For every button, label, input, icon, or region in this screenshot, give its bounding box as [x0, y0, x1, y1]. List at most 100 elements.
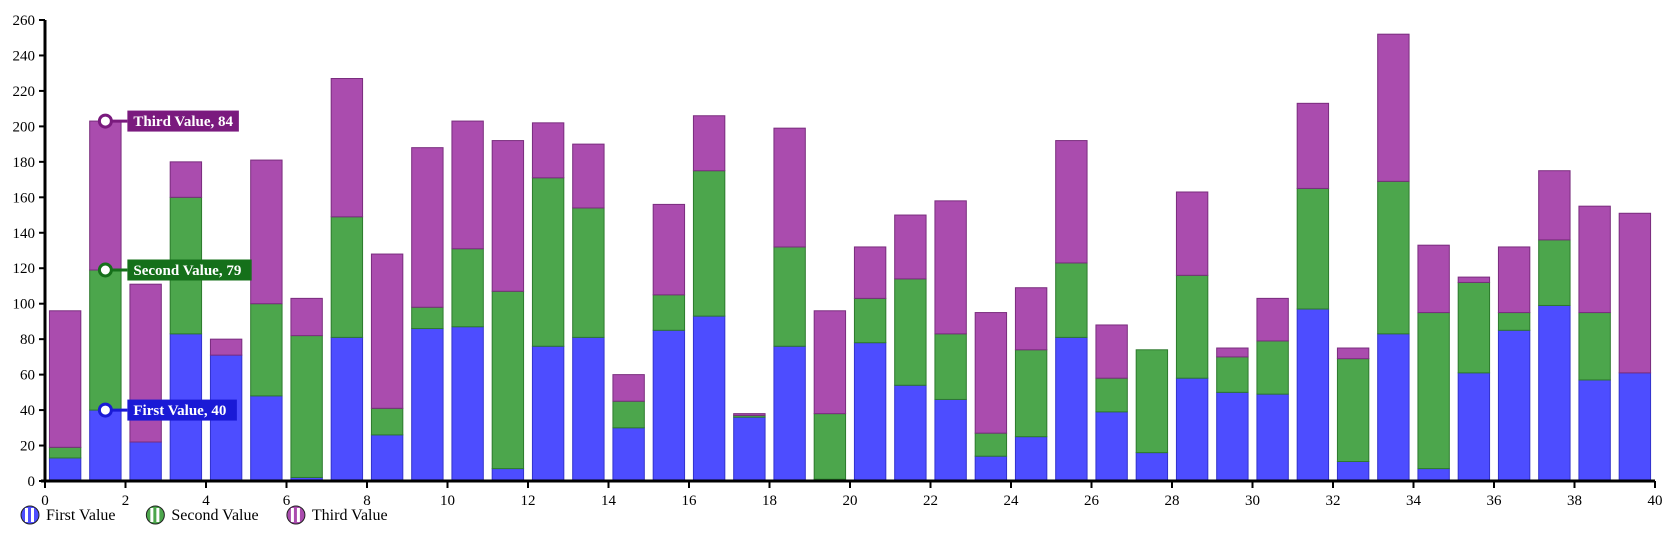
bar-segment-first-value[interactable] — [1417, 468, 1450, 482]
bar-stack[interactable] — [652, 203, 686, 482]
bar-segment-third-value[interactable] — [934, 200, 967, 335]
bar-segment-third-value[interactable] — [1095, 324, 1128, 379]
bar-segment-third-value[interactable] — [1377, 33, 1410, 182]
bar-segment-first-value[interactable] — [370, 434, 404, 482]
bar-segment-second-value[interactable] — [1497, 312, 1531, 331]
bar-segment-second-value[interactable] — [652, 294, 686, 331]
bar-segment-third-value[interactable] — [1014, 287, 1048, 351]
bar-segment-first-value[interactable] — [531, 345, 565, 482]
bar-segment-first-value[interactable] — [451, 326, 484, 482]
bar-stack[interactable] — [1216, 347, 1249, 482]
bar-segment-third-value[interactable] — [451, 120, 484, 250]
bar-stack[interactable] — [894, 214, 927, 482]
bar-segment-second-value[interactable] — [1417, 312, 1450, 470]
bar-segment-second-value[interactable] — [1055, 262, 1088, 338]
bar-segment-first-value[interactable] — [692, 315, 726, 482]
bar-segment-second-value[interactable] — [491, 290, 525, 470]
bar-segment-second-value[interactable] — [451, 248, 484, 328]
bar-stack[interactable] — [1538, 170, 1571, 482]
bar-segment-first-value[interactable] — [1055, 336, 1088, 482]
bar-segment-second-value[interactable] — [1135, 349, 1169, 454]
callout-anchor-dot[interactable] — [97, 402, 113, 418]
bar-stack[interactable] — [1377, 33, 1410, 482]
bar-segment-third-value[interactable] — [974, 312, 1008, 434]
bar-segment-third-value[interactable] — [169, 161, 203, 198]
bar-segment-second-value[interactable] — [1095, 377, 1128, 413]
bar-segment-first-value[interactable] — [48, 457, 82, 482]
legend-item[interactable]: Third Value — [286, 505, 388, 525]
bar-segment-third-value[interactable] — [1457, 276, 1491, 283]
bar-segment-third-value[interactable] — [652, 203, 686, 296]
bar-segment-first-value[interactable] — [773, 345, 806, 482]
bar-segment-first-value[interactable] — [1014, 436, 1048, 482]
bar-segment-second-value[interactable] — [330, 216, 364, 338]
bar-segment-third-value[interactable] — [612, 374, 645, 402]
bar-segment-third-value[interactable] — [89, 120, 122, 271]
bar-segment-third-value[interactable] — [1175, 191, 1209, 276]
bar-segment-second-value[interactable] — [1175, 274, 1209, 379]
bar-segment-first-value[interactable] — [330, 336, 364, 482]
bar-segment-second-value[interactable] — [1377, 180, 1410, 335]
bar-segment-first-value[interactable] — [250, 395, 283, 482]
callout-anchor-dot[interactable] — [97, 262, 113, 278]
bar-segment-second-value[interactable] — [692, 170, 726, 317]
bar-segment-third-value[interactable] — [1497, 246, 1531, 314]
bar-segment-first-value[interactable] — [1256, 393, 1289, 482]
bar-stack[interactable] — [733, 413, 766, 482]
bar-stack[interactable] — [129, 283, 162, 482]
bar-segment-first-value[interactable] — [1095, 411, 1128, 482]
bar-segment-second-value[interactable] — [572, 207, 605, 338]
callout-anchor-dot[interactable] — [97, 113, 113, 129]
bar-segment-third-value[interactable] — [1417, 244, 1450, 314]
data-callout[interactable]: Second Value, 79 — [97, 259, 252, 281]
bar-segment-second-value[interactable] — [934, 333, 967, 400]
bar-segment-first-value[interactable] — [853, 342, 887, 482]
bar-segment-third-value[interactable] — [1578, 205, 1611, 314]
bar-segment-second-value[interactable] — [612, 400, 645, 429]
bar-stack[interactable] — [531, 122, 565, 482]
bar-stack[interactable] — [773, 127, 806, 482]
bar-segment-third-value[interactable] — [1296, 102, 1330, 189]
bar-segment-first-value[interactable] — [491, 468, 525, 482]
bar-segment-third-value[interactable] — [209, 338, 243, 356]
bar-segment-third-value[interactable] — [1538, 170, 1571, 241]
bar-segment-first-value[interactable] — [612, 427, 645, 482]
bar-segment-first-value[interactable] — [652, 329, 686, 482]
bar-stack[interactable] — [853, 246, 887, 482]
bar-segment-third-value[interactable] — [853, 246, 887, 299]
bar-segment-third-value[interactable] — [773, 127, 806, 248]
bar-stack[interactable] — [813, 310, 847, 482]
bar-segment-third-value[interactable] — [733, 413, 766, 416]
bar-segment-second-value[interactable] — [1457, 281, 1491, 374]
bar-segment-first-value[interactable] — [1497, 329, 1531, 482]
bar-stack[interactable] — [934, 200, 967, 482]
bar-segment-first-value[interactable] — [1538, 304, 1571, 482]
bar-segment-first-value[interactable] — [974, 455, 1008, 482]
bar-stack[interactable] — [370, 253, 404, 482]
bar-segment-second-value[interactable] — [531, 177, 565, 347]
bar-segment-second-value[interactable] — [250, 303, 283, 397]
bar-segment-first-value[interactable] — [1377, 333, 1410, 482]
bar-segment-third-value[interactable] — [1336, 347, 1370, 360]
bar-stack[interactable] — [491, 140, 525, 482]
bar-stack[interactable] — [48, 310, 82, 482]
bar-segment-second-value[interactable] — [1336, 358, 1370, 462]
bar-segment-second-value[interactable] — [290, 335, 323, 478]
bar-stack[interactable] — [974, 312, 1008, 482]
bar-segment-third-value[interactable] — [48, 310, 82, 448]
bar-stack[interactable] — [692, 115, 726, 482]
bar-stack[interactable] — [1175, 191, 1209, 482]
bar-segment-first-value[interactable] — [1336, 461, 1370, 482]
bar-segment-second-value[interactable] — [89, 269, 122, 411]
bar-stack[interactable] — [1055, 140, 1088, 482]
bar-segment-second-value[interactable] — [411, 306, 444, 330]
bar-stack[interactable] — [1256, 297, 1289, 482]
bar-segment-third-value[interactable] — [491, 140, 525, 292]
bar-stack[interactable] — [1618, 212, 1652, 482]
bar-stack[interactable] — [1417, 244, 1450, 482]
bar-segment-second-value[interactable] — [1256, 340, 1289, 395]
bar-segment-second-value[interactable] — [813, 413, 847, 480]
bar-segment-third-value[interactable] — [1055, 140, 1088, 264]
bar-segment-third-value[interactable] — [1216, 347, 1249, 358]
bar-segment-first-value[interactable] — [934, 398, 967, 482]
